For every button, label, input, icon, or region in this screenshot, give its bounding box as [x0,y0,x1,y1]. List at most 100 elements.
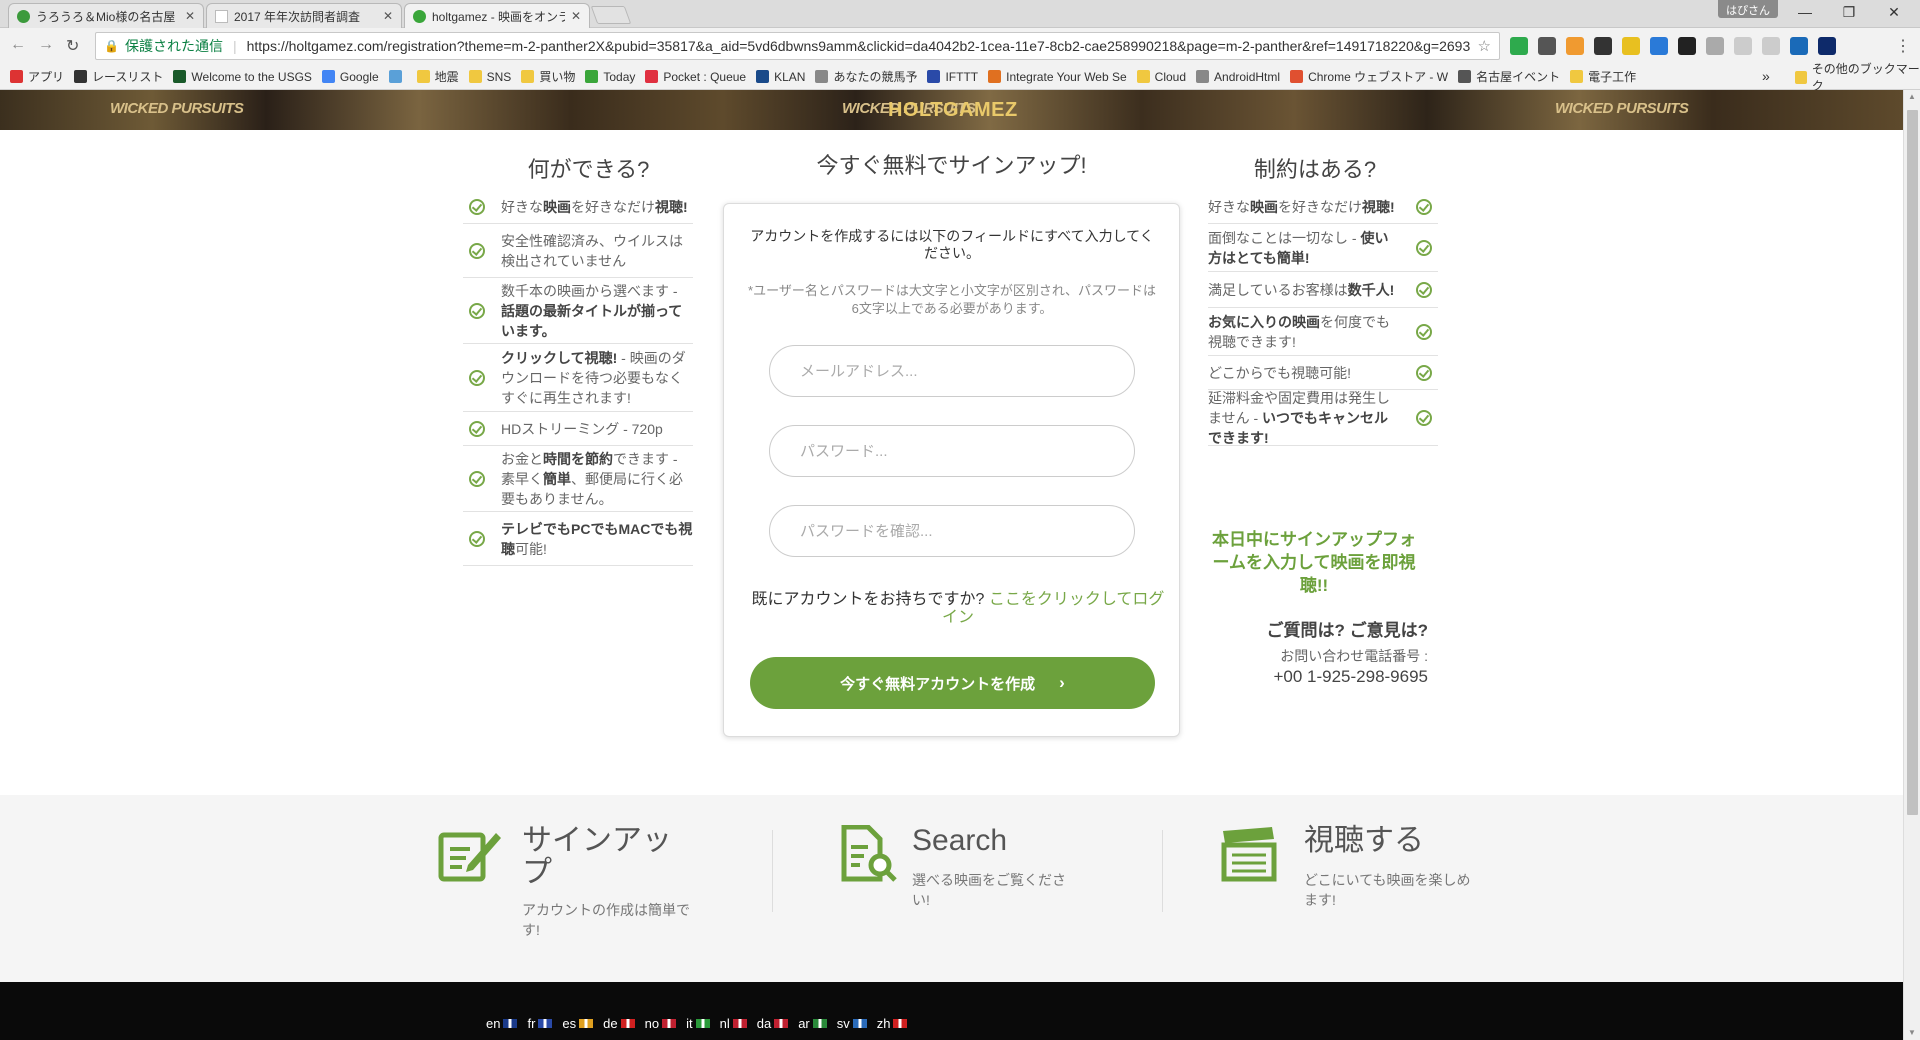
extension-icon[interactable] [1566,37,1584,55]
feature-text-part: お金と [501,450,543,467]
bookmark-item[interactable]: 電子工作 [1570,68,1636,85]
restore-icon[interactable]: ❐ [1834,4,1864,21]
extension-icon[interactable] [1818,37,1836,55]
extension-icon[interactable] [1510,37,1528,55]
bookmark-icon [521,70,535,83]
divider [1162,830,1163,912]
url-text[interactable]: https://holtgamez.com/registration?theme… [247,38,1471,54]
language-option[interactable]: nl [720,1016,747,1031]
browser-menu-icon[interactable]: ⋮ [1895,36,1911,56]
bookmark-icon [815,70,829,83]
bookmark-item[interactable]: Today [585,70,635,84]
clapperboard-icon [1221,827,1277,882]
extension-icon[interactable] [1594,37,1612,55]
bookmark-item[interactable]: AndroidHtml [1196,70,1280,84]
bookmark-item[interactable]: レースリスト [74,68,163,85]
feature-text: お気に入りの映画を何度でも視聴できます! [1208,312,1400,352]
email-field[interactable] [769,345,1135,397]
tab-1[interactable]: うろうろ＆Mio様の名古屋ドキ ✕ [8,3,204,28]
bookmark-star-icon[interactable]: ☆ [1478,37,1491,55]
flag-icon [538,1019,553,1028]
language-selector: en fr es de no it nl da ar sv zh [486,1016,917,1031]
left-heading: 何ができる? [527,157,650,182]
bookmark-item[interactable]: Chrome ウェブストア - W [1290,68,1448,85]
login-prompt: 既にアカウントをお持ちですか? ここをクリックしてログイン [748,591,1168,627]
bookmark-item[interactable]: IFTTT [927,70,978,84]
language-option[interactable]: de [603,1016,635,1031]
extension-icon[interactable] [1678,37,1696,55]
language-option[interactable]: es [562,1016,594,1031]
back-icon[interactable]: ← [10,36,26,54]
minimize-icon[interactable]: — [1790,4,1820,20]
bookmark-label: 買い物 [539,70,576,84]
profile-badge[interactable]: はぴさん [1718,0,1778,18]
forward-icon[interactable]: → [38,36,54,54]
bookmark-item[interactable]: 名古屋イベント [1458,68,1560,85]
bookmarks-overflow-icon[interactable]: » [1762,68,1770,84]
language-option[interactable]: da [757,1016,789,1031]
password-field[interactable] [769,425,1135,477]
bookmark-item[interactable]: アプリ [10,68,64,85]
other-bookmarks[interactable]: その他のブックマーク [1795,62,1920,93]
close-icon[interactable]: ✕ [571,9,581,23]
check-circle-icon [469,302,485,319]
bookmark-item[interactable]: 買い物 [521,68,575,85]
language-option[interactable]: no [645,1016,677,1031]
bookmark-item[interactable]: KLAN [756,70,805,84]
extension-icon[interactable] [1790,37,1808,55]
language-option[interactable]: fr [527,1016,553,1031]
bookmark-label: Chrome ウェブストア - W [1308,70,1449,84]
flag-icon [620,1019,635,1028]
bookmark-item[interactable]: Google [321,69,379,84]
bookmark-label: レースリスト [92,70,164,84]
language-option[interactable]: ar [798,1016,827,1031]
extension-icon[interactable] [1706,37,1724,55]
bookmark-item[interactable]: SNS [468,70,511,84]
extension-icon[interactable] [1538,37,1556,55]
extension-icon[interactable] [1734,37,1752,55]
bookmark-item[interactable]: Pocket : Queue [645,70,746,84]
bookmark-label: Google [339,69,379,84]
tab-3-active[interactable]: holtgamez - 映画をオンライン ✕ [404,3,590,28]
site-logo[interactable]: HOLTGAMEZ [888,99,1018,122]
close-icon[interactable]: ✕ [383,9,393,23]
feature-text-part: 視聴! [1362,198,1395,215]
phone-number[interactable]: +00 1-925-298-9695 [1210,667,1428,687]
feature-text-part: 簡単 [543,470,571,487]
extension-icon[interactable] [1650,37,1668,55]
bookmark-item[interactable]: Welcome to the USGS [173,70,312,84]
scroll-thumb[interactable] [1907,110,1918,815]
scrollbar[interactable]: ▲ ▼ [1903,90,1920,1040]
create-account-button[interactable]: 今すぐ無料アカウントを作成 › [750,657,1155,709]
extension-icon[interactable] [1762,37,1780,55]
bookmark-item[interactable]: 地震 [416,68,459,85]
bookmark-item[interactable]: あなたの競馬予 [815,68,917,85]
feature-row: HDストリーミング - 720p [463,412,693,446]
reload-icon[interactable]: ↻ [66,36,79,56]
extension-icon[interactable] [1622,37,1640,55]
language-option[interactable]: it [686,1016,710,1031]
constraints-list: 好きな映画を好きなだけ視聴! 面倒なことは一切なし - 使い方はとても簡単! 満足し… [1208,190,1438,446]
bookmark-label: Pocket : Queue [663,69,747,84]
bookmark-label: Cloud [1154,69,1187,84]
bookmark-icon [1196,70,1210,83]
language-option[interactable]: sv [837,1016,867,1031]
bookmark-item[interactable]: Cloud [1136,69,1187,84]
tab-2[interactable]: 2017 年年次訪問者調査 ✕ [206,3,402,28]
new-tab-button[interactable] [590,6,632,24]
bookmark-icon [1136,70,1150,83]
bookmark-item[interactable]: Integrate Your Web Se [988,70,1127,84]
bookmark-item[interactable] [388,70,407,83]
confirm-password-field[interactable] [769,505,1135,557]
language-option[interactable]: zh [877,1016,908,1031]
bookmark-label: Welcome to the USGS [191,69,312,84]
feature-text: 数千本の映画から選べます - 話題の最新タイトルが揃っています。 [501,281,693,341]
bookmark-icon [756,70,770,83]
scroll-up-icon[interactable]: ▲ [1908,92,1916,101]
bookmark-icon [388,70,402,83]
address-bar[interactable]: 🔒 保護された通信 | https://holtgamez.com/regist… [95,32,1500,60]
scroll-down-icon[interactable]: ▼ [1908,1028,1916,1037]
window-close-icon[interactable]: ✕ [1879,4,1909,21]
language-option[interactable]: en [486,1016,518,1031]
close-icon[interactable]: ✕ [185,9,195,23]
